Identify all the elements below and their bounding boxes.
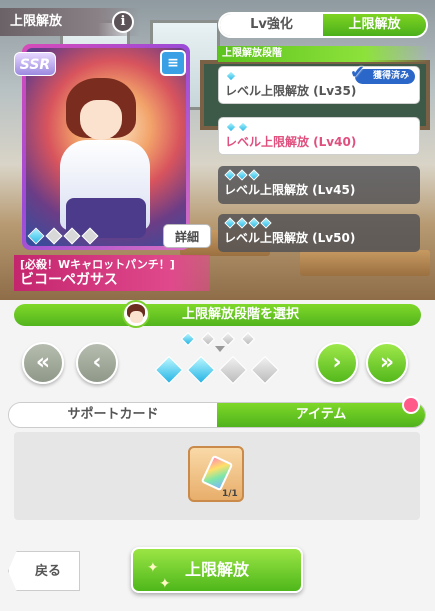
desk-decoration <box>300 250 430 276</box>
diamond-icon <box>81 227 99 245</box>
diamond-icon <box>154 355 184 385</box>
notification-badge-icon <box>402 396 420 414</box>
diamond-icon <box>240 331 256 347</box>
diamond-icon <box>180 331 196 347</box>
diamond-icon <box>248 169 260 181</box>
mode-tabs: Lv強化 上限解放 <box>218 12 428 38</box>
stage-row[interactable]: レベル上限解放 (Lv45) <box>218 166 420 204</box>
diamond-icon <box>248 217 260 229</box>
stage-section-label: 上限解放段階 <box>218 46 428 62</box>
diamond-icon <box>225 121 237 133</box>
next-stage-button[interactable]: › <box>316 342 358 384</box>
sparkle-icon: ✦ <box>159 576 171 592</box>
category-tabs: サポートカード アイテム <box>8 402 426 428</box>
diamond-icon <box>220 331 236 347</box>
diamond-icon <box>218 355 248 385</box>
selector-pointer-icon <box>215 346 225 352</box>
diamond-icon <box>237 121 249 133</box>
diamond-icon <box>186 355 216 385</box>
diamond-icon <box>250 355 280 385</box>
limit-break-label: 上限解放 <box>184 560 249 579</box>
stage-row-label: レベル上限解放 (Lv45) <box>224 183 356 197</box>
sparkle-icon: ✦ <box>147 560 159 576</box>
check-icon: ✔ <box>349 62 366 83</box>
avatar-face <box>130 311 143 323</box>
tab-lv-enhance[interactable]: Lv強化 <box>220 14 323 36</box>
diamond-icon <box>27 227 45 245</box>
stage-row-label: レベル上限解放 (Lv35) <box>225 84 357 98</box>
detail-button[interactable]: 詳細 <box>163 224 211 248</box>
diamond-icon <box>45 227 63 245</box>
tab-item[interactable]: アイテム <box>217 403 425 427</box>
stage-row-label: レベル上限解放 (Lv40) <box>225 135 357 149</box>
last-stage-button[interactable]: » <box>366 342 408 384</box>
diamond-icon <box>224 169 236 181</box>
first-stage-button[interactable]: « <box>22 342 64 384</box>
tab-limit-break[interactable]: 上限解放 <box>323 14 426 36</box>
obtained-label: 獲得済み <box>372 71 409 81</box>
stage-selector <box>154 330 285 390</box>
item-count: 1/1 <box>222 489 238 499</box>
stage-row: レベル上限解放 (Lv35) ✔ 獲得済み <box>218 64 420 104</box>
prev-stage-button[interactable]: ‹ <box>76 342 118 384</box>
diamond-icon <box>200 331 216 347</box>
card-name: ビコーペガサス <box>20 272 118 288</box>
rainbow-crystal-icon <box>200 454 234 492</box>
tab-support-card[interactable]: サポートカード <box>9 403 217 427</box>
diamond-icon <box>236 169 248 181</box>
card-title: [必殺！Wキャロットパンチ！] <box>20 258 175 271</box>
card-stage-diamonds <box>27 227 99 245</box>
stage-row-label: レベル上限解放 (Lv50) <box>224 231 356 245</box>
limit-break-button[interactable]: ✦ ✦ 上限解放 <box>131 547 303 593</box>
diamond-icon <box>225 70 237 82</box>
diamond-icon <box>260 217 272 229</box>
rarity-badge: SSR <box>14 52 56 76</box>
diamond-icon <box>236 217 248 229</box>
select-stage-bar: 上限解放段階を選択 <box>14 304 421 326</box>
card-caption: [必殺！Wキャロットパンチ！] ビコーペガサス <box>14 255 210 291</box>
stage-row[interactable]: レベル上限解放 (Lv50) <box>218 214 420 252</box>
character-face <box>80 100 122 140</box>
speed-type-icon: ≡ <box>160 50 186 76</box>
card-art <box>26 48 186 246</box>
stage-row[interactable]: レベル上限解放 (Lv40) <box>218 117 420 155</box>
diamond-icon <box>63 227 81 245</box>
info-button[interactable]: i <box>112 11 134 33</box>
back-button[interactable]: 戻る <box>8 551 80 591</box>
obtained-badge: ✔ 獲得済み <box>350 64 415 84</box>
avatar <box>122 300 150 328</box>
diamond-icon <box>224 217 236 229</box>
